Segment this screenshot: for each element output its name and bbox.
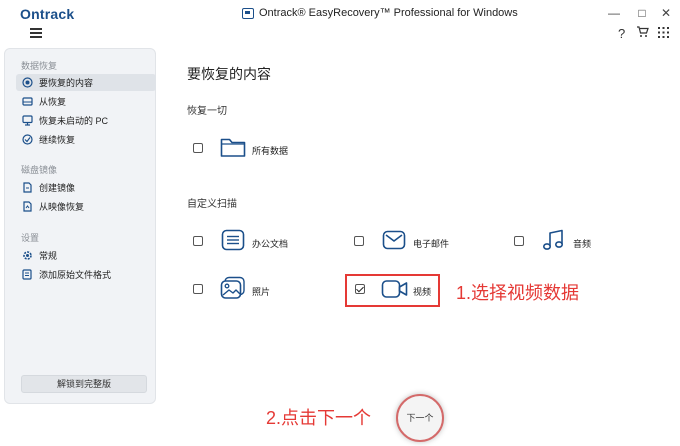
cart-icon[interactable] xyxy=(636,26,649,43)
app-logo: Ontrack xyxy=(20,6,75,22)
monitor-icon xyxy=(22,115,33,126)
video-icon xyxy=(381,280,408,298)
all-data-checkbox[interactable] xyxy=(193,143,203,153)
video-checkbox[interactable] xyxy=(355,284,365,294)
sidebar-item-add-raw-file-format[interactable]: 添加原始文件格式 xyxy=(16,266,156,283)
video-label: 视频 xyxy=(413,287,432,297)
sidebar-item-restore-from-image[interactable]: 从映像恢复 xyxy=(16,198,156,215)
section-disk-imaging: 磁盘镜像 xyxy=(21,165,58,175)
sidebar-item-resume-recovery[interactable]: 继续恢复 xyxy=(16,131,156,148)
title-bar: Ontrack Ontrack® EasyRecovery™ Professio… xyxy=(0,0,680,26)
restore-image-icon xyxy=(23,201,32,212)
unlock-full-version-button[interactable]: 解锁到完整版 xyxy=(21,375,147,393)
sidebar-item-label: 继续恢复 xyxy=(39,135,76,145)
page-title: 要恢复的内容 xyxy=(187,66,271,82)
section-data-recovery: 数据恢复 xyxy=(21,61,58,71)
sidebar-item-label: 创建镜像 xyxy=(39,183,76,193)
email-icon xyxy=(382,230,406,250)
menu-icon[interactable] xyxy=(30,28,42,38)
all-data-label: 所有数据 xyxy=(252,146,289,156)
drive-icon xyxy=(22,97,33,106)
recover-all-heading: 恢复一切 xyxy=(187,106,227,117)
close-button[interactable]: ✕ xyxy=(656,4,676,22)
photos-checkbox[interactable] xyxy=(193,284,203,294)
maximize-button[interactable]: □ xyxy=(632,4,652,22)
sidebar-item-label: 要恢复的内容 xyxy=(39,78,94,88)
sidebar-item-label: 从映像恢复 xyxy=(39,202,85,212)
sidebar-item-label: 从恢复 xyxy=(39,97,67,107)
minimize-button[interactable]: — xyxy=(604,4,624,22)
photos-label: 照片 xyxy=(252,287,271,297)
sidebar-item-label: 常规 xyxy=(39,251,58,261)
office-documents-checkbox[interactable] xyxy=(193,236,203,246)
window-title-text: Ontrack® EasyRecovery™ Professional for … xyxy=(259,7,518,19)
help-icon[interactable]: ? xyxy=(618,26,625,42)
music-icon xyxy=(542,229,564,250)
grid-icon[interactable] xyxy=(658,26,669,42)
photo-icon xyxy=(220,276,245,299)
sidebar-item-recover-unbootable-pc[interactable]: 恢复未启动的 PC xyxy=(16,112,156,129)
resume-icon xyxy=(22,134,33,145)
toolbar: ? xyxy=(0,26,680,44)
email-label: 电子邮件 xyxy=(413,239,450,249)
app-icon xyxy=(242,7,254,19)
window-title: Ontrack® EasyRecovery™ Professional for … xyxy=(242,7,518,19)
sidebar-item-what-to-recover[interactable]: 要恢复的内容 xyxy=(16,74,156,91)
sidebar-item-recover-from[interactable]: 从恢复 xyxy=(16,93,156,110)
audio-checkbox[interactable] xyxy=(514,236,524,246)
sidebar-item-create-image[interactable]: 创建镜像 xyxy=(16,179,156,196)
sidebar-item-label: 添加原始文件格式 xyxy=(39,270,112,280)
sidebar-item-label: 恢复未启动的 PC xyxy=(39,116,109,126)
office-documents-label: 办公文档 xyxy=(252,239,289,249)
add-file-format-icon xyxy=(22,269,32,280)
gear-icon xyxy=(23,251,32,260)
next-button[interactable]: 下一个 xyxy=(396,394,444,442)
create-image-icon xyxy=(23,182,32,193)
folder-icon xyxy=(220,138,246,157)
annotation-step-2: 2.点击下一个 xyxy=(266,408,372,428)
email-checkbox[interactable] xyxy=(354,236,364,246)
annotation-step-1: 1.选择视频数据 xyxy=(456,283,580,303)
sidebar-item-general[interactable]: 常规 xyxy=(16,247,156,264)
section-settings: 设置 xyxy=(21,233,40,243)
target-icon xyxy=(22,77,33,88)
audio-label: 音频 xyxy=(573,239,592,249)
custom-scan-heading: 自定义扫描 xyxy=(187,199,237,210)
sidebar: 数据恢复 要恢复的内容 从恢复 恢复未启动的 PC 继续恢复 磁盘镜像 创建镜像… xyxy=(4,48,156,404)
document-icon xyxy=(221,229,245,251)
